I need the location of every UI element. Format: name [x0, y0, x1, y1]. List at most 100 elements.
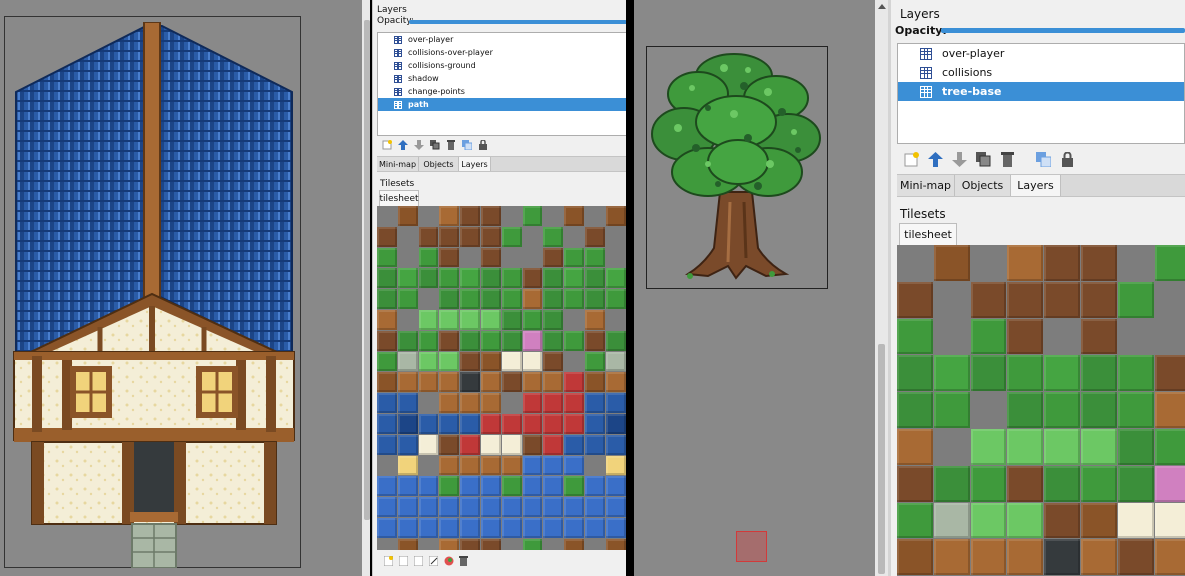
tileset-tile[interactable] [543, 247, 564, 268]
tileset-tile[interactable] [439, 476, 460, 497]
tileset-tile[interactable] [585, 351, 605, 372]
tileset-tile[interactable] [970, 318, 1007, 355]
tileset-tile[interactable] [377, 393, 397, 413]
tileset-tile[interactable] [522, 518, 543, 538]
show-other-layers-icon[interactable] [461, 139, 473, 151]
tileset-tile[interactable] [1081, 539, 1117, 576]
tileset-tile[interactable] [543, 476, 564, 497]
tileset-tile[interactable] [397, 476, 418, 497]
tileset-tile[interactable] [564, 434, 584, 455]
tileset-tile[interactable] [439, 351, 460, 372]
tileset-tile[interactable] [1007, 429, 1044, 465]
tileset-tile[interactable] [481, 351, 501, 372]
tileset-tile[interactable] [1154, 465, 1185, 502]
tileset-tile[interactable] [1154, 539, 1185, 576]
tileset-tile[interactable] [522, 434, 543, 455]
tileset-tile[interactable] [605, 372, 626, 393]
tileset-tile[interactable] [897, 281, 933, 318]
tileset-tile[interactable] [585, 414, 605, 434]
tileset-tile[interactable] [605, 497, 626, 517]
tileset-tile[interactable] [1007, 318, 1044, 355]
tileset-tile[interactable] [460, 476, 480, 497]
lock-layer-icon[interactable] [1059, 151, 1076, 168]
tileset-tile[interactable] [460, 226, 480, 247]
tileset-tile[interactable] [564, 247, 584, 268]
tileset-tile[interactable] [585, 372, 605, 393]
tileset-tile[interactable] [522, 372, 543, 393]
delete-tileset-icon[interactable] [458, 555, 469, 567]
tab-layers[interactable]: Layers [1011, 175, 1061, 196]
right-canvas-scroll-thumb[interactable] [878, 344, 885, 574]
tileset-tile[interactable] [481, 518, 501, 538]
tileset-tile[interactable] [933, 245, 970, 281]
tileset-tile[interactable] [543, 330, 564, 351]
layer-row-over-player[interactable]: over-player [378, 33, 626, 46]
tileset-tile[interactable] [481, 434, 501, 455]
tileset-tile[interactable] [439, 226, 460, 247]
tileset-tile[interactable] [460, 393, 480, 413]
opacity-slider[interactable] [941, 28, 1185, 33]
tileset-tile[interactable] [501, 434, 522, 455]
tileset-view[interactable] [897, 245, 1185, 576]
tileset-tile[interactable] [481, 414, 501, 434]
tileset-tile[interactable] [1007, 539, 1044, 576]
tileset-tile[interactable] [1007, 465, 1044, 502]
tileset-tile[interactable] [439, 289, 460, 309]
tileset-tile[interactable] [605, 538, 626, 550]
tileset-tile[interactable] [522, 268, 543, 289]
tileset-tile[interactable] [418, 351, 439, 372]
tileset-tile[interactable] [543, 497, 564, 517]
tileset-tile[interactable] [377, 351, 397, 372]
tileset-tile[interactable] [1117, 502, 1154, 539]
tileset-tile[interactable] [1117, 392, 1154, 428]
tileset-tile[interactable] [460, 414, 480, 434]
tileset-tile[interactable] [377, 289, 397, 309]
tileset-tile[interactable] [522, 310, 543, 330]
tileset-tile[interactable] [1154, 429, 1185, 465]
scroll-up-arrow[interactable] [878, 4, 886, 9]
export-tileset-icon[interactable] [413, 555, 424, 567]
tileset-tile[interactable] [564, 393, 584, 413]
tileset-tile[interactable] [418, 268, 439, 289]
new-layer-icon[interactable] [381, 139, 393, 151]
tileset-tile[interactable] [933, 392, 970, 428]
tileset-tile[interactable] [501, 351, 522, 372]
tileset-tile[interactable] [933, 539, 970, 576]
layer-row-over-player[interactable]: over-player [898, 44, 1184, 63]
tileset-tile[interactable] [460, 268, 480, 289]
tileset-tile[interactable] [481, 330, 501, 351]
tileset-tile[interactable] [605, 518, 626, 538]
tileset-tile[interactable] [439, 414, 460, 434]
import-tileset-icon[interactable] [398, 555, 409, 567]
tileset-tile[interactable] [1081, 465, 1117, 502]
tileset-tile[interactable] [460, 538, 480, 550]
tileset-tile[interactable] [897, 502, 933, 539]
tileset-tile[interactable] [897, 318, 933, 355]
layer-row-shadow[interactable]: shadow [378, 72, 626, 85]
tileset-tile[interactable] [377, 268, 397, 289]
tileset-tile[interactable] [377, 476, 397, 497]
tileset-tile[interactable] [585, 497, 605, 517]
tileset-tile[interactable] [460, 310, 480, 330]
tileset-tile[interactable] [418, 330, 439, 351]
tileset-tile[interactable] [397, 351, 418, 372]
tileset-tile[interactable] [418, 518, 439, 538]
tileset-tile[interactable] [1154, 502, 1185, 539]
tileset-tile[interactable] [585, 247, 605, 268]
tileset-tile[interactable] [605, 289, 626, 309]
tileset-tile[interactable] [1007, 502, 1044, 539]
duplicate-layer-icon[interactable] [429, 139, 441, 151]
tileset-tile[interactable] [1081, 355, 1117, 392]
tileset-tile[interactable] [933, 465, 970, 502]
tileset-tile[interactable] [1154, 392, 1185, 428]
tileset-tile[interactable] [564, 330, 584, 351]
tileset-tile[interactable] [397, 434, 418, 455]
tileset-tile[interactable] [377, 226, 397, 247]
tileset-tile[interactable] [439, 393, 460, 413]
tileset-tile[interactable] [397, 518, 418, 538]
tileset-tile[interactable] [897, 392, 933, 428]
tileset-tile[interactable] [460, 518, 480, 538]
tileset-tile[interactable] [1007, 281, 1044, 318]
tileset-tile[interactable] [543, 226, 564, 247]
tileset-tile[interactable] [397, 497, 418, 517]
